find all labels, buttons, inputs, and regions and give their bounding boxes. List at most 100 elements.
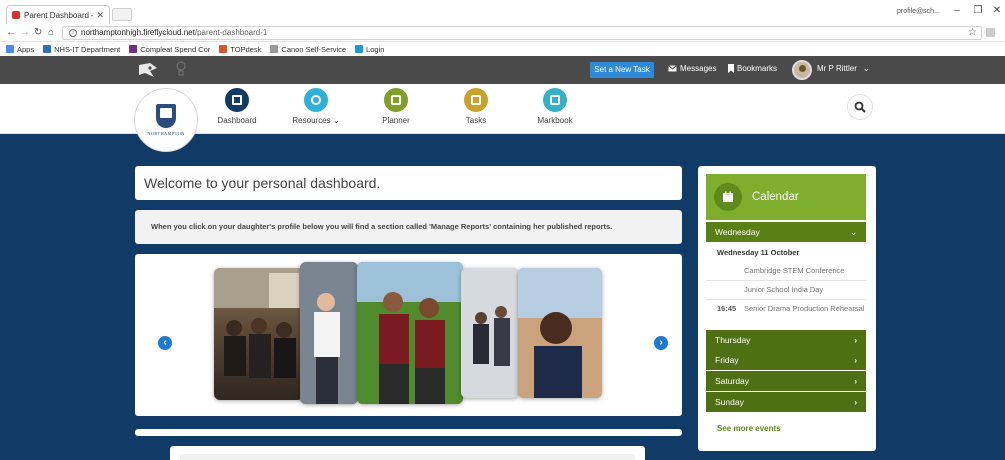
- tab-title: Parent Dashboard — No: [24, 10, 93, 20]
- shooting-team-photo-image: [357, 262, 463, 404]
- nav-resources-label: Resources: [292, 116, 331, 125]
- see-more-events-link[interactable]: See more events: [717, 424, 781, 433]
- nav-dashboard[interactable]: Dashboard: [207, 88, 267, 125]
- close-window-icon[interactable]: ✕: [990, 5, 1004, 16]
- bookmark-favicon-icon: [219, 45, 228, 53]
- profile-carousel: ‹ ›: [135, 254, 682, 416]
- user-menu[interactable]: Mr P Rittler ⌄: [817, 64, 870, 73]
- bookmarks-bar: Apps NHS-IT Department Compleat Spend Cor T…: [0, 42, 1005, 56]
- event-divider: [706, 299, 866, 300]
- event-title: Senior Drama Production Rehearsal: [744, 304, 865, 313]
- home-icon[interactable]: ⌂: [48, 27, 54, 38]
- resources-icon: [304, 88, 328, 112]
- firefly-logo-icon[interactable]: [138, 62, 158, 78]
- group-photo-image: [214, 268, 304, 378]
- chevron-right-icon: ›: [854, 376, 857, 386]
- bookmarks-label: Bookmarks: [737, 64, 778, 73]
- bookmark-favicon-icon: [43, 45, 52, 53]
- carousel-photo[interactable]: [518, 268, 602, 398]
- user-avatar[interactable]: [792, 60, 812, 80]
- search-button[interactable]: [847, 94, 873, 120]
- carousel-photo[interactable]: [300, 262, 358, 404]
- carousel-photo[interactable]: [214, 268, 304, 400]
- day-label: Thursday: [715, 335, 751, 345]
- tasks-icon: [464, 88, 488, 112]
- crest-shield-icon: [156, 104, 176, 128]
- bookmark-favicon-icon: [355, 45, 364, 53]
- screen: Parent Dashboard — No ✕ profile@sch... –…: [0, 0, 1005, 460]
- student-portrait-image: [518, 268, 602, 398]
- nav-tasks[interactable]: Tasks: [446, 88, 506, 125]
- browser-tabstrip: Parent Dashboard — No ✕ profile@sch... –…: [0, 0, 1005, 24]
- url-path: /parent-dashboard-1: [194, 28, 268, 37]
- tab-close-icon[interactable]: ✕: [96, 10, 104, 21]
- address-bar[interactable]: i northamptonhigh.fireflycloud.net /pare…: [62, 26, 982, 40]
- lightbulb-icon[interactable]: [176, 61, 186, 78]
- event-time: [706, 285, 744, 294]
- forward-icon[interactable]: →: [20, 27, 30, 38]
- chevron-down-icon: ⌄: [862, 64, 870, 73]
- markbook-icon: [543, 88, 567, 112]
- classroom-photo-image: [461, 268, 519, 398]
- day-label: Friday: [715, 355, 739, 365]
- bookmark-favicon-icon: [270, 45, 279, 53]
- bookmark-item[interactable]: Apps: [6, 45, 34, 54]
- event-title: Junior School India Day: [744, 285, 824, 294]
- welcome-heading: Welcome to your personal dashboard.: [135, 166, 682, 200]
- bookmark-item[interactable]: Compleat Spend Cor: [129, 45, 210, 54]
- minimize-icon[interactable]: –: [950, 5, 964, 16]
- carousel-next-button[interactable]: ›: [654, 336, 668, 350]
- carousel-photo[interactable]: [357, 262, 463, 404]
- new-tab-button[interactable]: [112, 8, 132, 21]
- day-header-thursday[interactable]: Thursday ›: [706, 330, 866, 350]
- bookmark-item[interactable]: Canon Self-Service: [270, 45, 346, 54]
- browser-tab[interactable]: Parent Dashboard — No ✕: [6, 5, 110, 24]
- messages-link[interactable]: Messages: [668, 64, 716, 73]
- day-header-wednesday[interactable]: Wednesday ⌄: [706, 222, 866, 242]
- date-heading: Wednesday 11 October: [717, 248, 800, 257]
- reload-icon[interactable]: ↻: [34, 27, 42, 38]
- lower-panel: [170, 446, 645, 460]
- apps-grid-icon: [6, 45, 14, 53]
- search-icon: [854, 101, 866, 113]
- day-header-saturday[interactable]: Saturday ›: [706, 371, 866, 391]
- day-header-friday[interactable]: Friday ›: [706, 350, 866, 370]
- chevron-down-icon: ⌄: [850, 227, 857, 237]
- bookmarks-link[interactable]: Bookmarks: [728, 64, 777, 73]
- calendar-event[interactable]: 16:45 Senior Drama Production Rehearsal: [706, 304, 866, 314]
- nav-label: Planner: [382, 116, 410, 125]
- nav-label: Markbook: [537, 116, 573, 125]
- extension-icon[interactable]: [986, 28, 995, 37]
- calendar-event[interactable]: Cambridge STEM Conference: [706, 266, 866, 275]
- day-label: Sunday: [715, 397, 744, 407]
- day-header-sunday[interactable]: Sunday ›: [706, 392, 866, 412]
- restore-icon[interactable]: ❐: [971, 5, 985, 16]
- speaker-photo-image: [300, 262, 358, 404]
- school-crest-logo[interactable]: NORTHAMPTON: [134, 88, 198, 152]
- nav-planner[interactable]: Planner: [366, 88, 426, 125]
- set-new-task-button[interactable]: Set a New Task: [590, 62, 654, 78]
- bookmark-icon: [728, 64, 734, 73]
- bookmark-star-icon[interactable]: ☆: [968, 27, 977, 38]
- envelope-icon: [668, 65, 677, 72]
- bookmark-item[interactable]: NHS-IT Department: [43, 45, 120, 54]
- back-icon[interactable]: ←: [6, 27, 16, 38]
- event-time: 16:45: [717, 304, 737, 313]
- carousel-photo[interactable]: [461, 268, 519, 398]
- manage-reports-info: When you click on your daughter's profil…: [135, 210, 682, 244]
- bookmark-item[interactable]: TOPdesk: [219, 45, 261, 54]
- site-info-icon[interactable]: i: [69, 29, 77, 37]
- chevron-right-icon: ›: [854, 397, 857, 407]
- calendar-event[interactable]: Junior School India Day: [706, 285, 866, 294]
- bookmark-item[interactable]: Login: [355, 45, 384, 54]
- bookmark-label: NHS-IT Department: [54, 44, 121, 54]
- user-name: Mr P Rittler: [817, 64, 857, 73]
- calendar-header[interactable]: Calendar: [706, 174, 866, 220]
- nav-markbook[interactable]: Markbook: [525, 88, 585, 125]
- nav-label: Tasks: [465, 116, 487, 125]
- divider-card: [135, 429, 682, 436]
- carousel-prev-button[interactable]: ‹: [158, 336, 172, 350]
- nav-resources[interactable]: Resources ⌄: [286, 88, 346, 125]
- browser-profile-label[interactable]: profile@sch...: [897, 8, 940, 18]
- calendar-title: Calendar: [752, 191, 799, 203]
